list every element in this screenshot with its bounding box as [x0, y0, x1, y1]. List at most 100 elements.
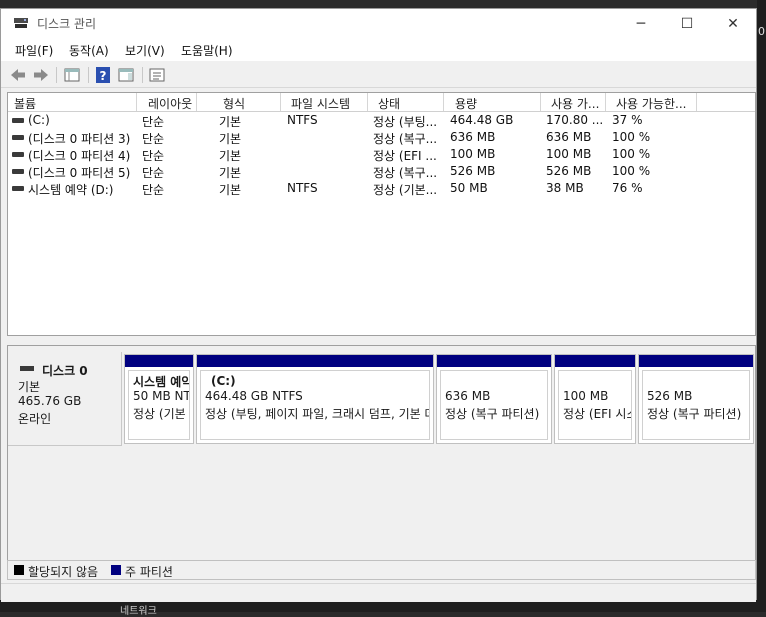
forward-button[interactable] — [32, 66, 50, 84]
menu-action[interactable]: 동작(A) — [69, 42, 109, 59]
volume-status: 정상 (부팅... — [373, 115, 438, 129]
column-header-layout[interactable]: 레이아웃 — [148, 95, 192, 112]
volume-type: 기본 — [219, 183, 242, 197]
primary-partition-bar — [639, 355, 753, 367]
volume-name: (C:) — [28, 113, 50, 127]
volume-row[interactable]: (C:) 단순 기본 NTFS 정상 (부팅... 464.48 GB 170.… — [8, 112, 755, 129]
volume-capacity: 526 MB — [450, 164, 496, 178]
partition-legend: 할당되지 않음 주 파티션 — [7, 560, 756, 580]
partition-block[interactable]: 636 MB 정상 (복구 파티션) — [436, 354, 552, 444]
partition-status: 정상 (복구 파티션) — [647, 407, 742, 421]
menu-file[interactable]: 파일(F) — [15, 42, 53, 59]
column-header-capacity[interactable]: 용량 — [455, 95, 477, 112]
forward-arrow-icon — [34, 69, 48, 81]
show-hide-console-button[interactable] — [63, 66, 81, 84]
volume-layout: 단순 — [142, 132, 165, 146]
help-icon: ? — [96, 67, 110, 83]
volume-row[interactable]: (디스크 0 파티션 4) 단순 기본 정상 (EFI ... 100 MB 1… — [8, 146, 755, 163]
partition-block[interactable]: 시스템 예약 50 MB NTFS 정상 (기본 데이터 — [124, 354, 194, 444]
volume-row[interactable]: 시스템 예약 (D:) 단순 기본 NTFS 정상 (기본... 50 MB 3… — [8, 180, 755, 197]
volume-status: 정상 (EFI ... — [373, 149, 437, 163]
column-header-status[interactable]: 상태 — [378, 95, 400, 112]
maximize-button[interactable]: ☐ — [664, 9, 710, 39]
primary-partition-bar — [555, 355, 635, 367]
column-divider[interactable] — [605, 93, 606, 111]
volume-name: (디스크 0 파티션 4) — [28, 149, 131, 163]
volume-capacity: 100 MB — [450, 147, 496, 161]
maximize-icon: ☐ — [680, 16, 694, 32]
partition-status: 정상 (복구 파티션) — [445, 407, 540, 421]
volume-list-pane[interactable]: 볼륨 레이아웃 형식 파일 시스템 상태 용량 사용 가... 사용 가능한..… — [7, 92, 756, 336]
volume-row[interactable]: (디스크 0 파티션 5) 단순 기본 정상 (복구... 526 MB 526… — [8, 163, 755, 180]
background-network-label: 네트워크 — [120, 606, 157, 617]
column-divider[interactable] — [696, 93, 697, 111]
pane-splitter[interactable] — [7, 338, 756, 344]
toolbar-separator — [142, 67, 143, 83]
menu-bar: 파일(F) 동작(A) 보기(V) 도움말(H) — [1, 39, 756, 61]
settings-list-button[interactable] — [148, 66, 166, 84]
column-divider[interactable] — [367, 93, 368, 111]
column-header-volume[interactable]: 볼륨 — [14, 95, 36, 112]
partition-title: (C:) — [211, 374, 236, 388]
column-divider[interactable] — [540, 93, 541, 111]
partition-content: (C:) 464.48 GB NTFS 정상 (부팅, 페이지 파일, 크래시 … — [200, 370, 430, 440]
volume-capacity: 50 MB — [450, 181, 488, 195]
disk-management-window: 디스크 관리 ─ ☐ ✕ 파일(F) 동작(A) 보기(V) 도움말(H) ? — [0, 8, 757, 602]
disk-drive-icon — [20, 366, 34, 371]
partition-status: 정상 (EFI 시스템 — [563, 407, 631, 421]
volume-name: (디스크 0 파티션 5) — [28, 166, 131, 180]
volume-drive-icon — [12, 186, 24, 191]
column-divider[interactable] — [196, 93, 197, 111]
partition-size: 526 MB — [647, 389, 693, 403]
volume-status: 정상 (복구... — [373, 166, 438, 180]
column-divider[interactable] — [443, 93, 444, 111]
volume-free-space: 38 MB — [546, 181, 584, 195]
volume-drive-icon — [12, 135, 24, 140]
volume-percent-free: 37 % — [612, 113, 643, 127]
partition-size: 100 MB — [563, 389, 609, 403]
column-divider[interactable] — [280, 93, 281, 111]
volume-name: (디스크 0 파티션 3) — [28, 132, 131, 146]
partition-block[interactable]: (C:) 464.48 GB NTFS 정상 (부팅, 페이지 파일, 크래시 … — [196, 354, 434, 444]
partition-status: 정상 (부팅, 페이지 파일, 크래시 덤프, 기본 데이터 — [205, 407, 429, 421]
volume-type: 기본 — [219, 115, 242, 129]
disk-type: 기본 — [18, 380, 41, 394]
volume-file-system: NTFS — [287, 181, 318, 195]
primary-partition-bar — [197, 355, 433, 367]
partition-title: 시스템 예약 — [133, 375, 190, 389]
column-header-type[interactable]: 형식 — [223, 95, 245, 112]
volume-file-system: NTFS — [287, 113, 318, 127]
window-title: 디스크 관리 — [37, 17, 97, 31]
volume-free-space: 100 MB — [546, 147, 592, 161]
title-bar[interactable]: 디스크 관리 ─ ☐ ✕ — [1, 9, 756, 39]
volume-layout: 단순 — [142, 115, 165, 129]
column-header-free-space[interactable]: 사용 가... — [551, 95, 599, 112]
disk-graphical-pane[interactable]: 디스크 0 기본 465.76 GB 온라인 시스템 예약 50 MB NTFS… — [7, 345, 756, 563]
column-header-percent-free[interactable]: 사용 가능한... — [616, 95, 686, 112]
menu-view[interactable]: 보기(V) — [125, 42, 165, 59]
partition-content: 636 MB 정상 (복구 파티션) — [440, 370, 548, 440]
background-text: 0 — [758, 25, 765, 38]
volume-row[interactable]: (디스크 0 파티션 3) 단순 기본 정상 (복구... 636 MB 636… — [8, 129, 755, 146]
view-list-button[interactable] — [117, 66, 135, 84]
back-button[interactable] — [9, 66, 27, 84]
disk-name: 디스크 0 — [42, 364, 88, 378]
volume-list-header: 볼륨 레이아웃 형식 파일 시스템 상태 용량 사용 가... 사용 가능한..… — [8, 93, 755, 112]
volume-layout: 단순 — [142, 166, 165, 180]
volume-status: 정상 (복구... — [373, 132, 438, 146]
help-button[interactable]: ? — [94, 66, 112, 84]
disk-info-panel[interactable]: 디스크 0 기본 465.76 GB 온라인 — [8, 352, 122, 446]
partition-block[interactable]: 100 MB 정상 (EFI 시스템 — [554, 354, 636, 444]
volume-percent-free: 100 % — [612, 164, 651, 178]
toolbar: ? — [1, 63, 756, 88]
volume-capacity: 636 MB — [450, 130, 496, 144]
volume-percent-free: 100 % — [612, 130, 651, 144]
close-button[interactable]: ✕ — [710, 9, 756, 39]
volume-capacity: 464.48 GB — [450, 113, 514, 127]
menu-help[interactable]: 도움말(H) — [181, 42, 233, 59]
svg-text:?: ? — [100, 69, 107, 83]
minimize-button[interactable]: ─ — [618, 9, 664, 39]
partition-block[interactable]: 526 MB 정상 (복구 파티션) — [638, 354, 754, 444]
column-header-file-system[interactable]: 파일 시스템 — [291, 95, 350, 112]
column-divider[interactable] — [136, 93, 137, 111]
